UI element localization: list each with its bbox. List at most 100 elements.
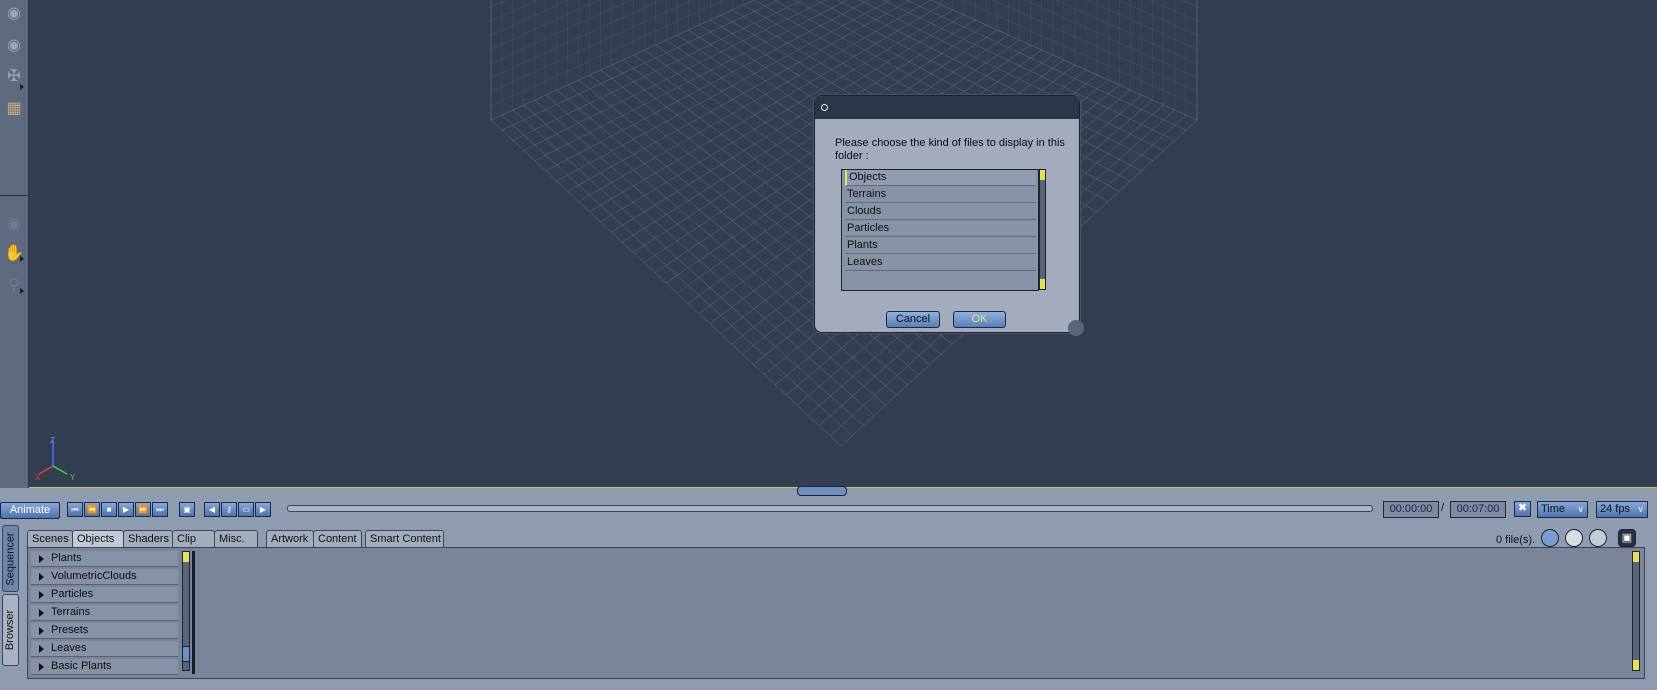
- grid-line: [1086, 0, 1199, 51]
- camera-icon[interactable]: ◉: [3, 2, 25, 24]
- file-type-scrollbar[interactable]: [1039, 169, 1046, 290]
- chevron-down-icon: ∨: [1577, 504, 1584, 514]
- time-mode-dropdown[interactable]: Time ∨: [1537, 501, 1588, 518]
- play-icon[interactable]: ▶: [118, 502, 134, 517]
- expand-triangle-icon[interactable]: [39, 591, 44, 599]
- tree-item-label: Terrains: [51, 606, 91, 618]
- tab-artwork[interactable]: Artwork: [266, 530, 314, 547]
- fps-dropdown[interactable]: 24 fps ∨: [1596, 501, 1648, 518]
- stop-icon[interactable]: ■: [101, 502, 117, 517]
- folder-tree[interactable]: Plants VolumetricClouds Particles Terrai…: [31, 551, 178, 675]
- tab-sequencer[interactable]: Sequencer: [2, 525, 19, 592]
- expand-triangle-icon[interactable]: [39, 555, 44, 563]
- cancel-button[interactable]: Cancel: [886, 311, 940, 328]
- scrollbar-thumb[interactable]: [182, 646, 190, 662]
- tree-item-label: VolumetricClouds: [51, 570, 137, 582]
- expand-triangle-icon[interactable]: [39, 609, 44, 617]
- file-type-item-clouds[interactable]: Clouds: [845, 204, 1036, 220]
- fps-value: 24 fps: [1600, 503, 1630, 515]
- go-to-start-icon[interactable]: ⏮: [67, 502, 83, 517]
- panel-splitter-handle[interactable]: [797, 486, 847, 496]
- chevron-down-icon: ∨: [1637, 504, 1644, 514]
- trash-icon[interactable]: ▭: [238, 502, 254, 517]
- grid-line: [501, 114, 853, 437]
- browser-content-area: Plants VolumetricClouds Particles Terrai…: [27, 547, 1645, 679]
- cube-icon[interactable]: ▦: [3, 97, 25, 119]
- tab-scenes[interactable]: Scenes: [27, 530, 73, 547]
- axis-label-y: Y: [70, 473, 76, 480]
- file-view[interactable]: [192, 551, 1635, 674]
- close-icon[interactable]: ✖: [1514, 501, 1531, 517]
- file-count: 0 file(s).: [1496, 534, 1536, 546]
- lock-icon[interactable]: ▣: [1618, 529, 1636, 547]
- tab-smart-content[interactable]: Smart Content: [365, 530, 444, 547]
- animate-button[interactable]: Animate: [0, 502, 60, 519]
- tab-browser[interactable]: Browser: [2, 594, 19, 666]
- timeline-track[interactable]: [287, 505, 1373, 512]
- folder-tree-scrollbar[interactable]: [182, 551, 190, 671]
- grid-line: [1181, 0, 1200, 9]
- tree-item-label: Basic Plants: [51, 660, 112, 672]
- expand-triangle-icon[interactable]: [39, 573, 44, 581]
- loop-icon[interactable]: ▣: [179, 502, 195, 517]
- file-type-item-leaves[interactable]: Leaves: [845, 255, 1036, 271]
- tree-item-label: Leaves: [51, 642, 87, 654]
- file-type-dialog: Please choose the kind of files to displ…: [814, 95, 1080, 333]
- tab-clip[interactable]: Clip: [172, 530, 215, 547]
- key-icon[interactable]: ⚷: [221, 502, 237, 517]
- rewind-icon[interactable]: ⏪: [84, 502, 100, 517]
- file-type-item-plants[interactable]: Plants: [845, 238, 1036, 254]
- grid-line: [490, 0, 694, 93]
- dialog-resize-knob[interactable]: [1068, 320, 1084, 336]
- current-time-field[interactable]: 00:00:00: [1383, 501, 1439, 518]
- tab-objects[interactable]: Objects: [72, 530, 124, 547]
- view-mode-button[interactable]: [1589, 529, 1607, 547]
- dialog-titlebar[interactable]: [815, 96, 1079, 119]
- file-type-list[interactable]: Objects Terrains Clouds Particles Plants…: [841, 169, 1039, 291]
- dialog-message: Please choose the kind of files to displ…: [835, 137, 1065, 162]
- tab-browser-label: Browser: [4, 609, 17, 651]
- next-key-icon[interactable]: ▶: [255, 502, 271, 517]
- tab-content[interactable]: Content: [313, 530, 362, 547]
- tree-item-basic-plants[interactable]: Basic Plants: [31, 659, 178, 675]
- camera-icon[interactable]: ◉: [3, 213, 25, 235]
- fast-forward-icon[interactable]: ⏩: [135, 502, 151, 517]
- axis-label-z: Z: [50, 436, 55, 445]
- tree-item-volumetricclouds[interactable]: VolumetricClouds: [31, 569, 178, 585]
- expand-triangle-icon[interactable]: [39, 627, 44, 635]
- prev-key-icon[interactable]: ◀: [204, 502, 220, 517]
- close-icon[interactable]: [821, 104, 828, 111]
- tree-item-label: Plants: [51, 552, 82, 564]
- tree-item-presets[interactable]: Presets: [31, 623, 178, 639]
- go-to-end-icon[interactable]: ⏭: [152, 502, 168, 517]
- left-toolbar: ◉ ◉ ✠ ▦ ◉ ✋ ⚲: [0, 0, 29, 488]
- file-type-item-terrains[interactable]: Terrains: [845, 187, 1036, 203]
- total-time-field[interactable]: 00:07:00: [1450, 501, 1506, 518]
- file-view-scrollbar[interactable]: [1632, 551, 1640, 671]
- tree-item-terrains[interactable]: Terrains: [31, 605, 178, 621]
- time-separator: /: [1441, 502, 1445, 514]
- camera-icon[interactable]: ◉: [3, 34, 25, 56]
- file-type-item-particles[interactable]: Particles: [845, 221, 1036, 237]
- time-mode-value: Time: [1541, 503, 1566, 515]
- tree-item-plants[interactable]: Plants: [31, 551, 178, 567]
- side-tabs: Sequencer Browser: [0, 525, 19, 690]
- tab-misc[interactable]: Misc.: [214, 530, 258, 547]
- tree-item-particles[interactable]: Particles: [31, 587, 178, 603]
- file-type-item-objects[interactable]: Objects: [845, 170, 1036, 186]
- axis-gizmo: Z X Y: [35, 436, 76, 480]
- ok-button[interactable]: OK: [953, 311, 1006, 328]
- expand-triangle-icon[interactable]: [39, 663, 44, 671]
- tree-item-leaves[interactable]: Leaves: [31, 641, 178, 657]
- view-mode-button[interactable]: [1565, 529, 1583, 547]
- browser-panel: Scenes Objects Shaders Clip Misc. Artwor…: [21, 524, 1657, 690]
- view-mode-button[interactable]: [1541, 529, 1559, 547]
- grid-line: [992, 0, 1198, 93]
- tree-item-label: Presets: [51, 624, 89, 636]
- tab-sequencer-label: Sequencer: [4, 531, 17, 586]
- tree-item-label: Particles: [51, 588, 94, 600]
- grid-line: [1149, 0, 1200, 23]
- grid-line: [488, 0, 538, 23]
- tab-shaders[interactable]: Shaders: [123, 530, 173, 547]
- expand-triangle-icon[interactable]: [39, 645, 44, 653]
